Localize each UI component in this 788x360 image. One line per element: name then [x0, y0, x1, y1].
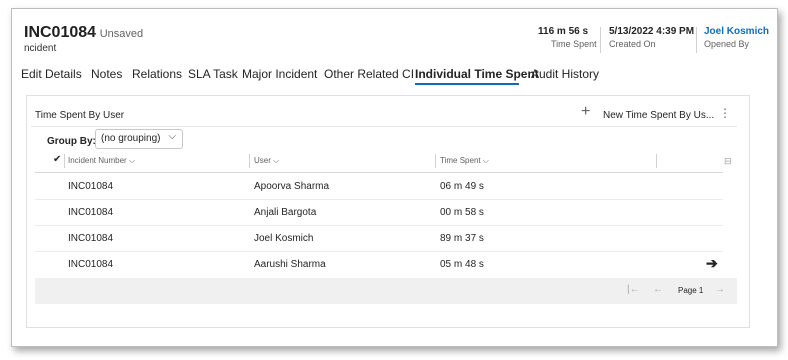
more-vertical-icon[interactable]: ⋮ — [719, 106, 731, 120]
time-spent-subgrid: Time Spent By User + New Time Spent By U… — [26, 95, 750, 328]
tab-individual-time-spent[interactable]: Individual Time Spent — [415, 67, 539, 81]
record-entity-name: ncident — [24, 43, 57, 54]
created-on-label: Created On — [609, 39, 656, 49]
incident-number-cell[interactable]: INC01084 — [68, 259, 113, 270]
column-header-label: User — [254, 156, 271, 165]
plus-icon[interactable]: + — [581, 104, 590, 120]
created-on-value: 5/13/2022 4:39 PM — [609, 26, 695, 37]
page-number: Page 1 — [678, 286, 704, 295]
subgrid-title: Time Spent By User — [35, 110, 125, 121]
time-spent-cell: 05 m 48 s — [440, 259, 484, 270]
column-divider — [656, 154, 657, 168]
group-by-dropdown[interactable]: (no grouping) ⌵ — [95, 129, 183, 149]
tab-notes[interactable]: Notes — [91, 67, 122, 81]
header-field-divider — [600, 27, 601, 53]
time-spent-label: Time Spent — [551, 39, 597, 49]
column-divider — [435, 154, 436, 168]
column-divider — [249, 154, 250, 168]
column-divider — [64, 154, 65, 168]
incident-number-cell[interactable]: INC01084 — [68, 207, 113, 218]
tab-relations[interactable]: Relations — [132, 67, 182, 81]
column-header-time-spent[interactable]: Time Spent ⌵ — [440, 156, 489, 166]
arrow-right-icon[interactable]: ➔ — [706, 255, 718, 272]
chevron-down-icon: ⌵ — [168, 131, 176, 142]
tab-edit-details[interactable]: Edit Details — [21, 67, 82, 81]
column-header-incident-number[interactable]: Incident Number ⌵ — [68, 156, 135, 166]
active-tab-indicator — [415, 83, 519, 85]
group-by-label: Group By: — [47, 136, 96, 147]
chevron-down-icon: ⌵ — [482, 156, 489, 165]
previous-page-icon[interactable]: ← — [653, 284, 663, 295]
first-page-icon[interactable]: |← — [627, 284, 640, 295]
next-page-icon[interactable]: → — [715, 284, 725, 295]
opened-by-link[interactable]: Joel Kosmich — [704, 26, 769, 37]
subgrid-divider — [31, 126, 737, 127]
column-header-label: Time Spent — [440, 156, 481, 165]
tab-sla-task[interactable]: SLA Task — [188, 67, 238, 81]
checkmark-icon[interactable]: ✔ — [53, 154, 61, 165]
column-options-icon[interactable]: ⊟ — [724, 156, 732, 167]
group-by-value: (no grouping) — [101, 133, 161, 144]
record-form-window: INC01084 - Unsaved ncident 116 m 56 s Ti… — [11, 8, 778, 347]
pagination-bar: |← ← Page 1 → — [35, 278, 737, 304]
table-row[interactable]: INC01084 Joel Kosmich 89 m 37 s — [35, 225, 723, 252]
incident-number-cell[interactable]: INC01084 — [68, 233, 113, 244]
record-title: INC01084 — [24, 24, 97, 41]
header-field-divider — [696, 27, 697, 53]
tab-audit-history[interactable]: Audit History — [531, 67, 599, 81]
user-cell[interactable]: Apoorva Sharma — [254, 181, 329, 192]
table-row[interactable]: INC01084 Aarushi Sharma 05 m 48 s ➔ — [35, 251, 723, 277]
incident-number-cell[interactable]: INC01084 — [68, 181, 113, 192]
user-cell[interactable]: Joel Kosmich — [254, 233, 313, 244]
user-cell[interactable]: Anjali Bargota — [254, 207, 316, 218]
time-spent-cell: 00 m 58 s — [440, 207, 484, 218]
time-spent-value: 116 m 56 s — [538, 26, 589, 37]
opened-by-label: Opened By — [704, 39, 750, 49]
tab-major-incident[interactable]: Major Incident — [242, 67, 317, 81]
table-row[interactable]: INC01084 Anjali Bargota 00 m 58 s — [35, 199, 723, 226]
tab-other-related-ci[interactable]: Other Related CI — [324, 67, 414, 81]
user-cell[interactable]: Aarushi Sharma — [254, 259, 326, 270]
chevron-down-icon: ⌵ — [273, 156, 280, 165]
record-save-state: - Unsaved — [93, 28, 144, 40]
new-time-spent-button[interactable]: New Time Spent By Us... — [603, 110, 714, 121]
column-header-label: Incident Number — [68, 156, 127, 165]
table-row[interactable]: INC01084 Apoorva Sharma 06 m 49 s — [35, 173, 723, 200]
column-header-user[interactable]: User ⌵ — [254, 156, 279, 166]
time-spent-cell: 06 m 49 s — [440, 181, 484, 192]
time-spent-cell: 89 m 37 s — [440, 233, 484, 244]
chevron-down-icon: ⌵ — [128, 156, 136, 165]
